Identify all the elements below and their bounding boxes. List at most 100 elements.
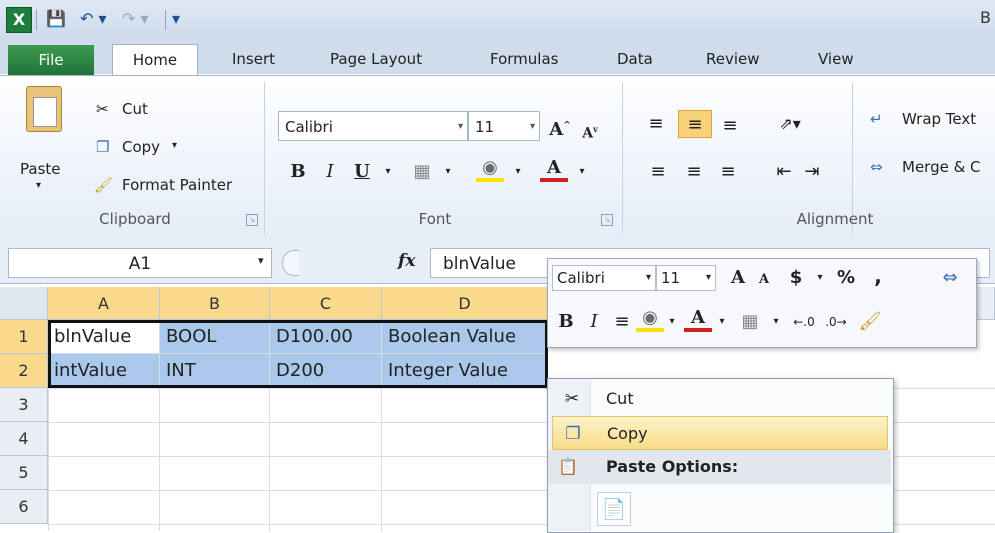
chevron-down-icon[interactable]: ▾ <box>658 308 686 336</box>
cell-d2[interactable]: Integer Value <box>382 354 548 388</box>
customize-qat-icon[interactable]: ▾ <box>172 8 180 30</box>
tab-home[interactable]: Home <box>112 44 198 77</box>
cell-b1[interactable]: BOOL <box>160 320 270 354</box>
format-painter-icon[interactable]: 🖌 <box>856 308 884 336</box>
tab-view[interactable]: View <box>818 50 854 68</box>
mini-size-select[interactable]: 11 ▾ <box>656 265 716 291</box>
cell-b2[interactable]: INT <box>160 354 270 388</box>
orientation-icon[interactable]: ⇗▾ <box>776 110 804 138</box>
copy-dropdown-icon[interactable]: ▾ <box>172 140 177 151</box>
cell-c1[interactable]: D100.00 <box>270 320 382 354</box>
font-color-button[interactable]: A <box>540 154 568 182</box>
divider <box>381 388 382 531</box>
chevron-down-icon[interactable]: ▾ <box>504 158 532 186</box>
format-painter-button[interactable]: Format Painter <box>122 176 232 194</box>
divider <box>264 82 265 234</box>
decrease-indent-icon[interactable]: ⇤ <box>770 158 798 186</box>
italic-button[interactable]: I <box>316 158 344 186</box>
row-header-6[interactable]: 6 <box>0 490 48 524</box>
tab-data[interactable]: Data <box>617 50 653 68</box>
borders-icon[interactable]: ▦ <box>736 308 764 336</box>
tab-file[interactable]: File <box>8 45 94 75</box>
tab-insert[interactable]: Insert <box>232 50 275 68</box>
align-bottom-icon[interactable]: ≡ <box>716 112 744 140</box>
borders-icon[interactable]: ▦ <box>408 158 436 186</box>
mini-bold-button[interactable]: B <box>552 308 580 336</box>
paste-option-icon[interactable]: 📄 <box>597 492 631 526</box>
cut-button[interactable]: Cut <box>122 100 148 118</box>
tab-page-layout[interactable]: Page Layout <box>330 50 422 68</box>
tab-formulas[interactable]: Formulas <box>490 50 558 68</box>
insert-function-icon[interactable]: fx <box>398 251 415 271</box>
select-all-corner[interactable] <box>0 287 48 320</box>
menu-item-copy[interactable]: ❐ Copy <box>552 416 888 450</box>
mini-font-value: Calibri <box>557 269 605 287</box>
group-label-clipboard: Clipboard <box>99 210 171 228</box>
font-size-value: 11 <box>475 118 495 136</box>
chevron-down-icon[interactable]: ▾ <box>434 158 462 186</box>
paste-dropdown-icon[interactable]: ▾ <box>36 180 41 191</box>
column-header-d[interactable]: D <box>382 287 548 320</box>
column-header-b[interactable]: B <box>160 287 270 320</box>
align-center-icon[interactable]: ≡ <box>608 308 636 336</box>
copy-button[interactable]: Copy <box>122 138 160 156</box>
chevron-down-icon: ▾ <box>529 121 535 132</box>
excel-icon[interactable]: X <box>6 7 32 33</box>
chevron-down-icon[interactable]: ▾ <box>708 308 736 336</box>
mini-italic-button[interactable]: I <box>580 308 608 336</box>
clipboard-launcher-icon[interactable]: ↘ <box>246 214 258 226</box>
underline-button[interactable]: U <box>348 158 376 186</box>
font-launcher-icon[interactable]: ↘ <box>601 214 613 226</box>
wrap-text-button[interactable]: Wrap Text <box>902 110 976 128</box>
redo-icon[interactable]: ↷ ▾ <box>122 8 149 30</box>
row-header-1[interactable]: 1 <box>0 320 48 354</box>
shrink-font-icon[interactable]: A <box>750 266 778 294</box>
percent-button[interactable]: % <box>832 264 860 292</box>
row-header-3[interactable]: 3 <box>0 388 48 422</box>
column-header-a[interactable]: A <box>48 287 160 320</box>
merge-icon[interactable]: ⇔ <box>936 264 964 292</box>
tab-review[interactable]: Review <box>706 50 760 68</box>
cell-a2[interactable]: intValue <box>48 354 160 388</box>
merge-center-button[interactable]: Merge & C <box>902 158 981 176</box>
align-center-icon[interactable]: ≡ <box>680 158 708 186</box>
increase-decimal-icon[interactable]: ←.0 <box>790 308 818 336</box>
paste-button[interactable]: Paste <box>20 160 61 178</box>
chevron-down-icon[interactable]: ▾ <box>762 308 790 336</box>
increase-indent-icon[interactable]: ⇥ <box>798 158 826 186</box>
chevron-down-icon[interactable]: ▾ <box>568 158 596 186</box>
row-header-4[interactable]: 4 <box>0 422 48 456</box>
mini-font-select[interactable]: Calibri ▾ <box>552 265 656 291</box>
grow-font-icon[interactable]: A <box>724 264 752 292</box>
bold-button[interactable]: B <box>284 158 312 186</box>
cell-d1[interactable]: Boolean Value <box>382 320 548 354</box>
fill-color-icon[interactable]: ◉ <box>476 154 504 182</box>
row-header-5[interactable]: 5 <box>0 456 48 490</box>
grow-font-icon[interactable]: A^ <box>546 112 574 140</box>
chevron-down-icon[interactable]: ▾ <box>258 254 264 267</box>
resize-handle[interactable] <box>282 250 299 276</box>
undo-icon[interactable]: ↶ ▾ <box>80 8 107 30</box>
align-middle-icon[interactable]: ≡ <box>678 110 712 138</box>
save-icon[interactable]: 💾 <box>46 8 66 30</box>
paste-options-label: Paste Options: <box>606 457 739 476</box>
font-name-select[interactable]: Calibri ▾ <box>278 111 468 141</box>
font-size-select[interactable]: 11 ▾ <box>468 111 540 141</box>
paste-icon: 📋 <box>558 457 578 476</box>
paste-icon[interactable] <box>26 86 62 132</box>
align-top-icon[interactable]: ≡ <box>642 110 670 138</box>
column-header-c[interactable]: C <box>270 287 382 320</box>
format-painter-icon: 🖌 <box>94 176 114 194</box>
row-header-2[interactable]: 2 <box>0 354 48 388</box>
cell-a1[interactable]: blnValue <box>48 320 160 354</box>
shrink-font-icon[interactable]: Av <box>576 115 604 143</box>
cell-c2[interactable]: D200 <box>270 354 382 388</box>
decrease-decimal-icon[interactable]: .0→ <box>822 308 850 336</box>
align-right-icon[interactable]: ≡ <box>714 158 742 186</box>
name-box[interactable]: A1 <box>8 248 272 278</box>
chevron-down-icon[interactable]: ▾ <box>806 264 834 292</box>
chevron-down-icon[interactable]: ▾ <box>374 158 402 186</box>
align-left-icon[interactable]: ≡ <box>644 158 672 186</box>
comma-button[interactable]: , <box>864 262 892 290</box>
menu-item-cut[interactable]: ✂ Cut <box>552 382 888 416</box>
